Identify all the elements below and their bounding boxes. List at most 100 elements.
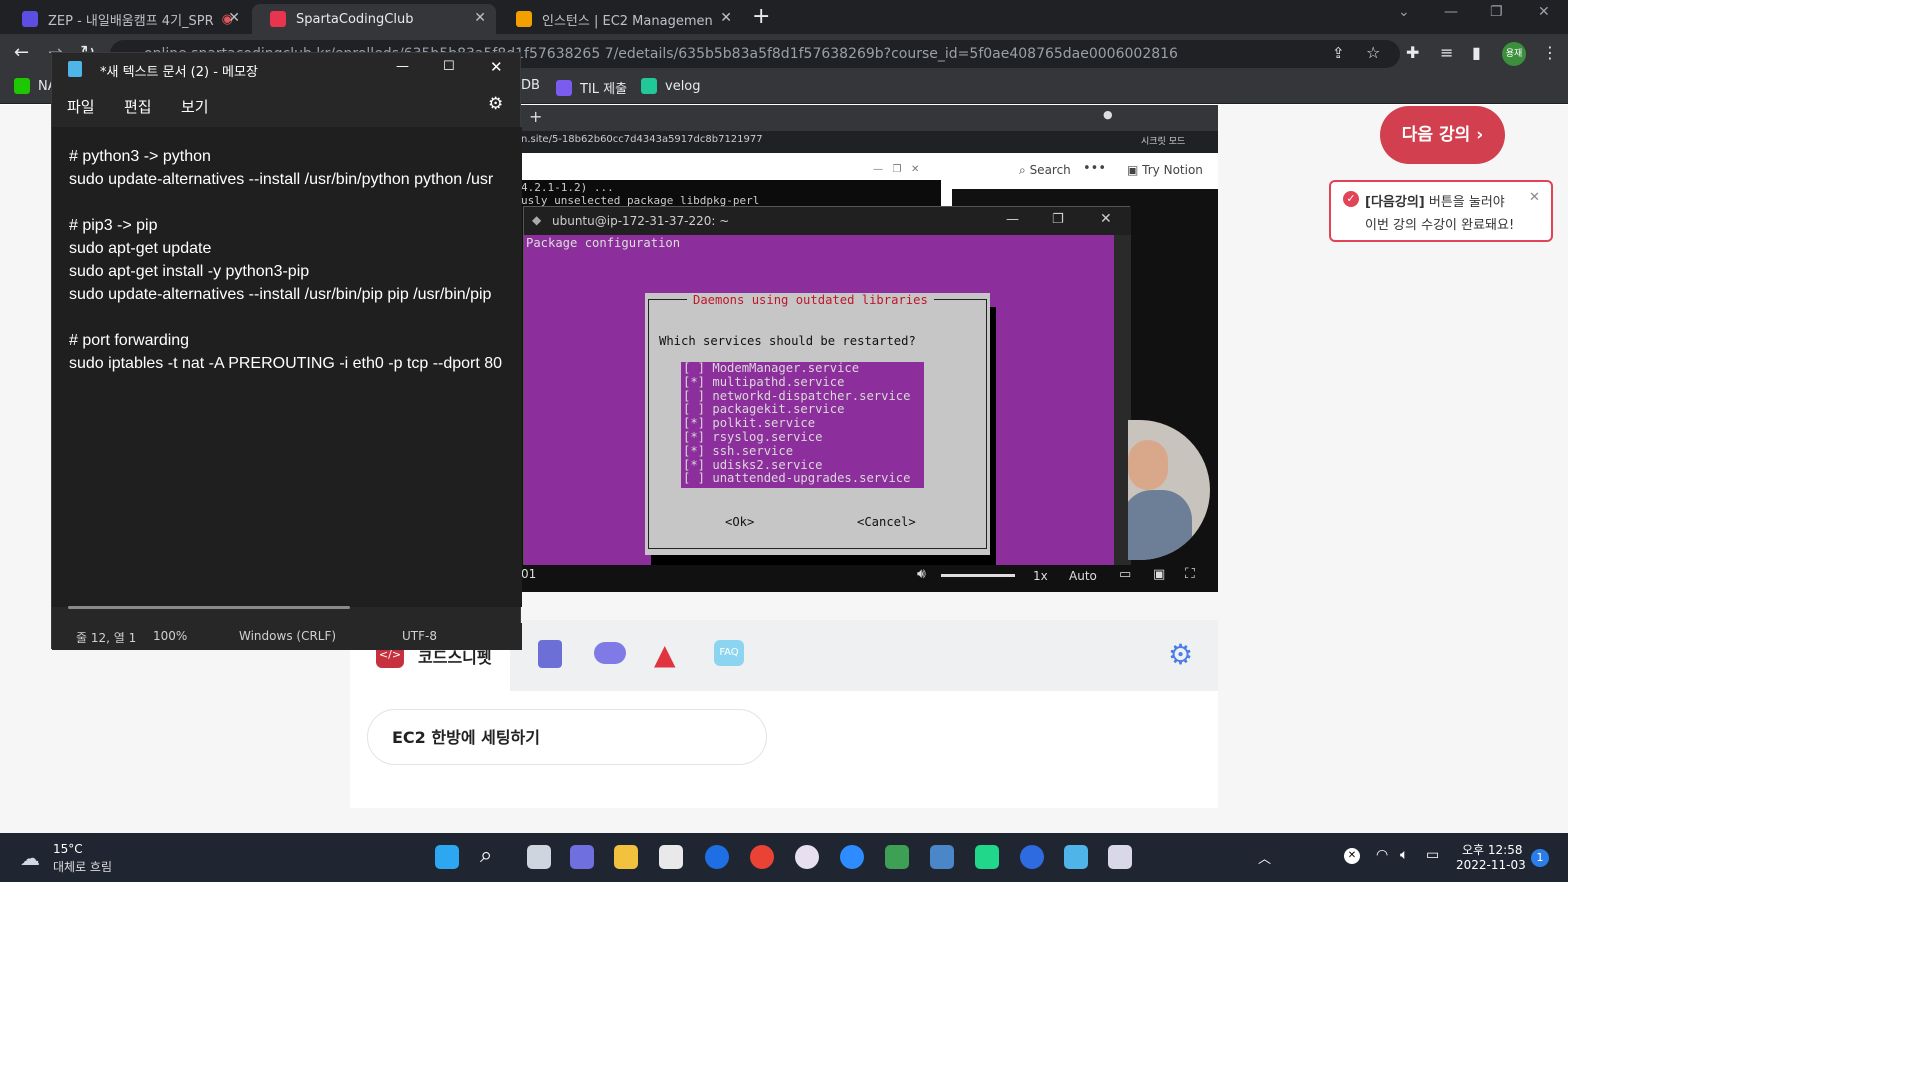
share-icon[interactable]: ⇪: [1332, 44, 1345, 62]
encoding: UTF-8: [402, 629, 437, 643]
bookmark-db[interactable]: DB: [521, 78, 540, 93]
service-checkbox[interactable]: [*]: [683, 375, 705, 389]
menu-view[interactable]: 보기: [181, 96, 209, 117]
chrome-icon[interactable]: [750, 845, 774, 869]
extensions-icon[interactable]: ✚: [1406, 43, 1419, 62]
volume-slider[interactable]: [941, 574, 1015, 577]
teams-icon[interactable]: [570, 845, 594, 869]
maximize-icon[interactable]: ❐: [1052, 212, 1064, 227]
bookmark-til[interactable]: TIL 제출: [556, 78, 627, 97]
service-name: networkd-dispatcher.service: [705, 388, 911, 403]
menu-file[interactable]: 파일: [67, 96, 95, 117]
service-checkbox[interactable]: [*]: [683, 430, 705, 444]
store-icon[interactable]: [659, 845, 683, 869]
git-icon[interactable]: [885, 845, 909, 869]
close-icon[interactable]: ✕: [1100, 211, 1112, 227]
fullscreen-icon[interactable]: ⛶: [1185, 566, 1195, 582]
minimize-icon[interactable]: —: [396, 59, 409, 74]
battery-icon[interactable]: ▭: [1426, 847, 1439, 863]
terminal-titlebar: ◆ ubuntu@ip-172-31-37-220: ~ — ❐ ✕: [524, 207, 1131, 235]
services-list[interactable]: [ ] ModemManager.service [*] multipathd.s…: [681, 361, 924, 488]
notepad-window[interactable]: *새 텍스트 문서 (2) - 메모장 — ☐ ✕ 파일 편집 보기 ⚙ # p…: [51, 52, 522, 650]
clock-time[interactable]: 오후 12:58: [1462, 841, 1522, 858]
snip-icon[interactable]: [1108, 845, 1132, 869]
service-checkbox[interactable]: [ ]: [683, 389, 705, 403]
menu-icon[interactable]: ⋮: [1542, 43, 1558, 62]
service-checkbox[interactable]: [ ]: [683, 471, 705, 485]
settings-icon[interactable]: ⚙: [488, 94, 503, 114]
tab-search-icon[interactable]: ⌄: [1398, 4, 1410, 20]
task-view-icon[interactable]: [527, 845, 551, 869]
horizontal-scrollbar[interactable]: [68, 606, 350, 609]
quality-button[interactable]: Auto: [1069, 569, 1097, 583]
service-checkbox[interactable]: [ ]: [683, 402, 705, 416]
service-item[interactable]: [*] udisks2.service: [683, 458, 910, 473]
close-window-icon[interactable]: ✕: [1538, 4, 1550, 20]
close-icon[interactable]: ✕: [490, 58, 503, 76]
service-checkbox[interactable]: [ ]: [683, 361, 705, 375]
subtitles-icon[interactable]: ▭: [1119, 567, 1131, 582]
sidepanel-icon[interactable]: ▮: [1472, 43, 1481, 62]
minimize-icon[interactable]: —: [1006, 212, 1019, 227]
search-icon[interactable]: ⌕: [480, 843, 492, 868]
notification-badge[interactable]: 1: [1531, 849, 1549, 867]
warning-icon[interactable]: ▲: [654, 638, 676, 671]
python-icon[interactable]: [930, 845, 954, 869]
new-tab-icon[interactable]: +: [752, 4, 770, 29]
pycharm-icon[interactable]: [975, 845, 999, 869]
gear-icon[interactable]: ⚙: [1168, 638, 1193, 671]
close-icon[interactable]: ✕: [720, 10, 732, 26]
clock-date[interactable]: 2022-11-03: [1456, 858, 1526, 872]
cancel-button[interactable]: <Cancel>: [857, 515, 916, 529]
notepad-taskbar-icon[interactable]: [1064, 845, 1088, 869]
speed-button[interactable]: 1x: [1033, 569, 1048, 583]
start-icon[interactable]: [435, 845, 459, 869]
profile-avatar[interactable]: 용재: [1502, 42, 1526, 66]
tab-ec2[interactable]: 인스턴스 | EC2 Management Co ✕: [498, 4, 742, 34]
bookmark-velog[interactable]: velog: [641, 78, 701, 94]
media-icon[interactable]: ≡: [1440, 43, 1453, 62]
minimize-icon[interactable]: —: [1444, 4, 1458, 20]
close-icon[interactable]: ✕: [228, 10, 240, 26]
pip-icon[interactable]: ▣: [1153, 567, 1165, 582]
service-item[interactable]: [ ] packagekit.service: [683, 402, 910, 417]
star-icon[interactable]: ☆: [1366, 43, 1380, 62]
volume-icon[interactable]: 🔈︎: [1400, 847, 1408, 863]
ok-button[interactable]: <Ok>: [725, 515, 754, 529]
next-lecture-button[interactable]: 다음 강의 ›: [1380, 106, 1505, 164]
x-icon[interactable]: ✕: [1344, 848, 1360, 864]
service-checkbox[interactable]: [*]: [683, 458, 705, 472]
chevron-up-icon[interactable]: ︿: [1258, 848, 1271, 867]
service-item[interactable]: [*] ssh.service: [683, 444, 910, 459]
faq-icon[interactable]: FAQ: [714, 640, 744, 666]
zoom-icon[interactable]: [840, 845, 864, 869]
service-item[interactable]: [*] polkit.service: [683, 416, 910, 431]
chat-icon[interactable]: [594, 642, 626, 664]
service-item[interactable]: [ ] ModemManager.service: [683, 361, 910, 376]
tab-sparta[interactable]: SpartaCodingClub ✕: [252, 4, 496, 34]
app2-icon[interactable]: [1020, 845, 1044, 869]
service-item[interactable]: [*] multipathd.service: [683, 375, 910, 390]
app-icon[interactable]: [705, 845, 729, 869]
notepad-editor[interactable]: # python3 -> python sudo update-alternati…: [52, 127, 522, 607]
maximize-icon[interactable]: ❐: [1490, 4, 1503, 20]
service-checkbox[interactable]: [*]: [683, 416, 705, 430]
ubuntu-terminal[interactable]: ◆ ubuntu@ip-172-31-37-220: ~ — ❐ ✕ Packa…: [523, 206, 1131, 571]
velog-icon: [641, 78, 657, 94]
menu-edit[interactable]: 편집: [124, 96, 152, 117]
service-item[interactable]: [ ] unattended-upgrades.service: [683, 471, 910, 486]
service-item[interactable]: [*] rsyslog.service: [683, 430, 910, 445]
volume-icon[interactable]: 🔊︎: [917, 566, 926, 582]
close-icon[interactable]: ✕: [474, 10, 486, 26]
tab-zep[interactable]: ZEP - 내일배움캠프 4기_SPR ◉ ✕: [4, 4, 250, 34]
service-checkbox[interactable]: [*]: [683, 444, 705, 458]
slack-icon[interactable]: [795, 845, 819, 869]
window-controls: — ❐ ✕: [873, 164, 920, 175]
close-icon[interactable]: ✕: [1529, 190, 1540, 205]
service-item[interactable]: [ ] networkd-dispatcher.service: [683, 388, 911, 404]
maximize-icon[interactable]: ☐: [443, 59, 455, 74]
notes-icon[interactable]: [538, 640, 562, 668]
wifi-icon[interactable]: ◠: [1376, 847, 1388, 863]
back-icon[interactable]: ←: [14, 42, 29, 63]
explorer-icon[interactable]: [614, 845, 638, 869]
